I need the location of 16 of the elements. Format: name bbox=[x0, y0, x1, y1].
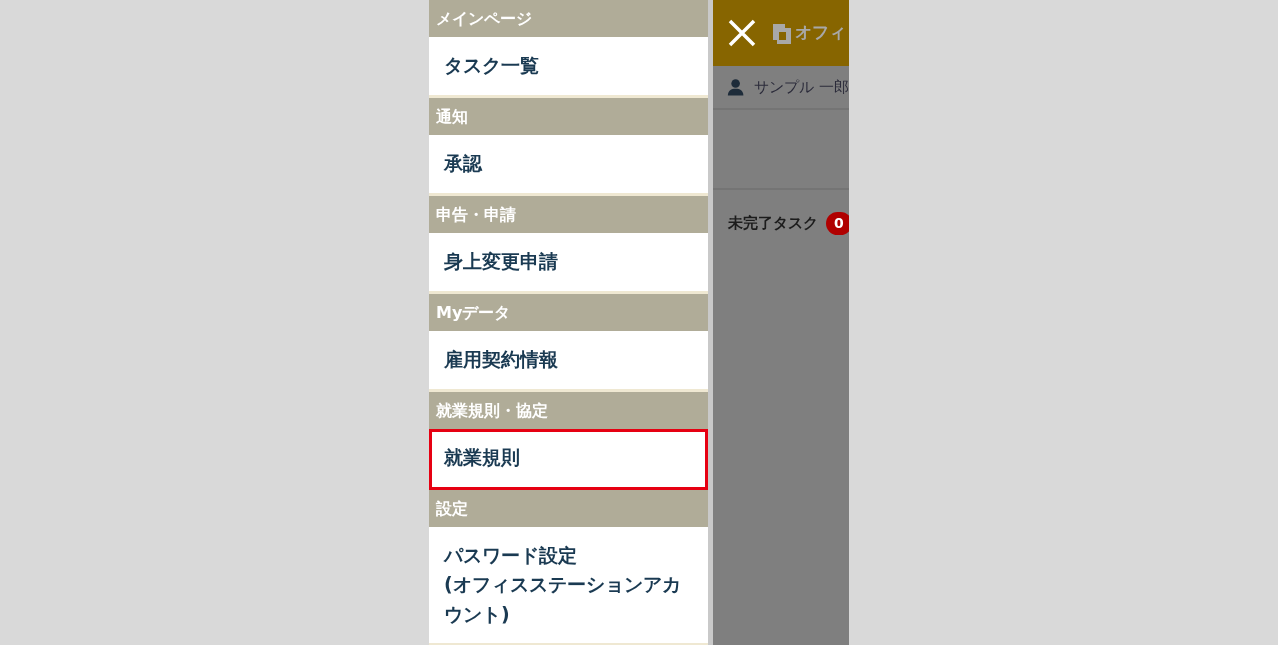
section-title: 未完了タスク bbox=[728, 213, 818, 235]
menu-section-heading: Myデータ bbox=[429, 294, 708, 331]
menu-section-heading: 申告・申請 bbox=[429, 196, 708, 233]
menu-section-heading: メインページ bbox=[429, 0, 708, 37]
user-name: サンプル 一郎 bbox=[754, 76, 849, 98]
menu-item[interactable]: 就業規則 bbox=[429, 429, 708, 490]
user-icon bbox=[727, 77, 745, 97]
document-icon bbox=[773, 22, 791, 44]
menu-section-heading: 通知 bbox=[429, 98, 708, 135]
scrollbar[interactable] bbox=[708, 0, 713, 645]
menu-section-heading: 就業規則・協定 bbox=[429, 392, 708, 429]
menu-section-heading: 設定 bbox=[429, 490, 708, 527]
close-button[interactable] bbox=[727, 18, 757, 48]
app-logo-text: オフィ bbox=[795, 21, 846, 45]
close-icon bbox=[727, 18, 757, 48]
count-badge: 0 bbox=[826, 212, 849, 235]
